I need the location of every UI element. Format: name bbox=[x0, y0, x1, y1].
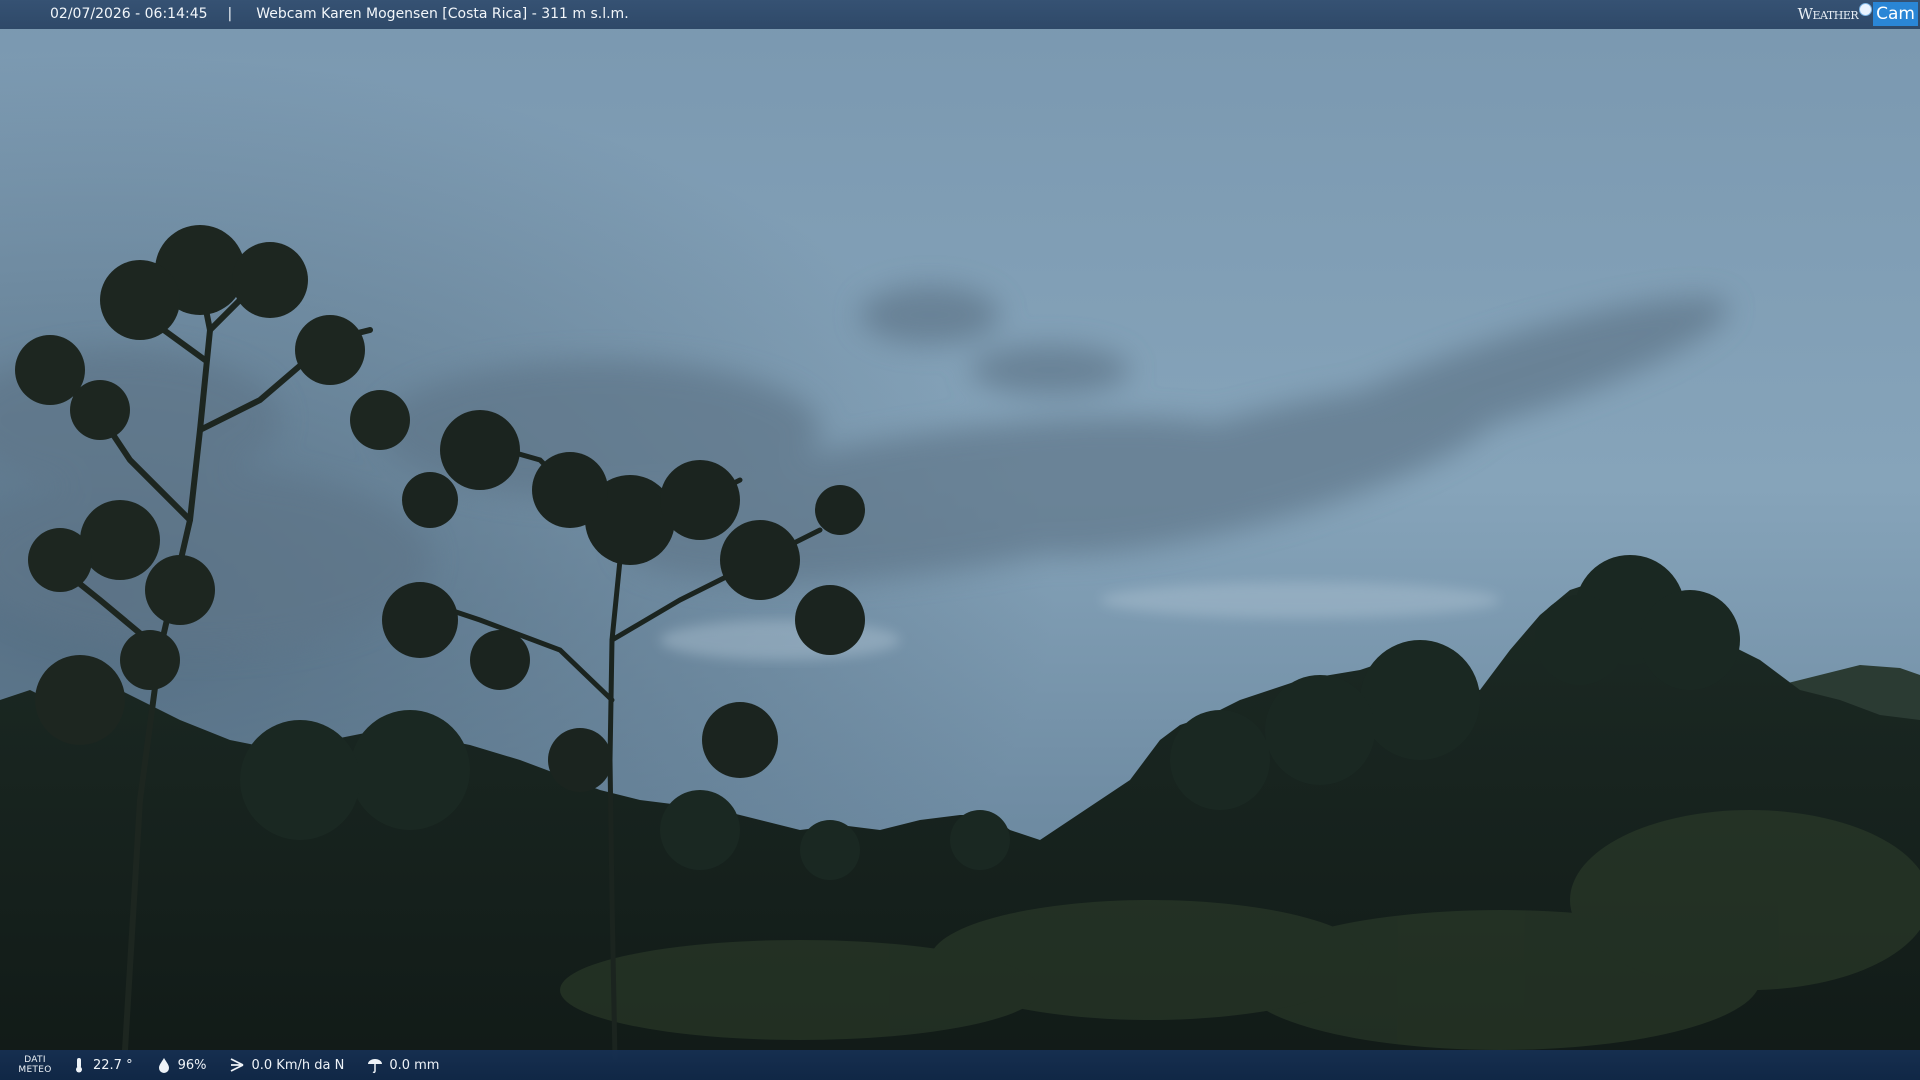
humidity-reading: 96% bbox=[155, 1056, 207, 1074]
webcam-image bbox=[0, 0, 1920, 1080]
weathercam-logo: Weather Cam bbox=[1798, 2, 1918, 26]
rain-reading: 0.0 mm bbox=[366, 1056, 439, 1074]
thermometer-icon bbox=[70, 1056, 88, 1074]
temperature-reading: 22.7 ° bbox=[70, 1056, 133, 1074]
meteo-bar: DATI METEO 22.7 ° 96% 0.0 Km/h da N 0.0 … bbox=[0, 1050, 1920, 1080]
wind-reading: 0.0 Km/h da N bbox=[228, 1056, 344, 1074]
rain-value: 0.0 mm bbox=[389, 1057, 440, 1073]
webcam-title: Webcam Karen Mogensen [Costa Rica] - 311… bbox=[256, 6, 629, 22]
wind-icon bbox=[228, 1056, 246, 1074]
meteo-section-label: DATI METEO bbox=[18, 1055, 52, 1075]
humidity-icon bbox=[155, 1056, 173, 1074]
timestamp: 02/07/2026 - 06:14:45 bbox=[50, 6, 208, 22]
logo-word: Weather bbox=[1797, 4, 1859, 23]
header-bar: 02/07/2026 - 06:14:45 | Webcam Karen Mog… bbox=[0, 0, 1920, 29]
logo-cam: Cam bbox=[1873, 2, 1918, 26]
rain-icon bbox=[366, 1056, 384, 1074]
wind-value: 0.0 Km/h da N bbox=[251, 1057, 345, 1073]
humidity-value: 96% bbox=[177, 1057, 207, 1073]
temperature-value: 22.7 ° bbox=[93, 1057, 133, 1073]
logo-dot-icon bbox=[1859, 2, 1873, 16]
header-separator: | bbox=[227, 6, 233, 22]
